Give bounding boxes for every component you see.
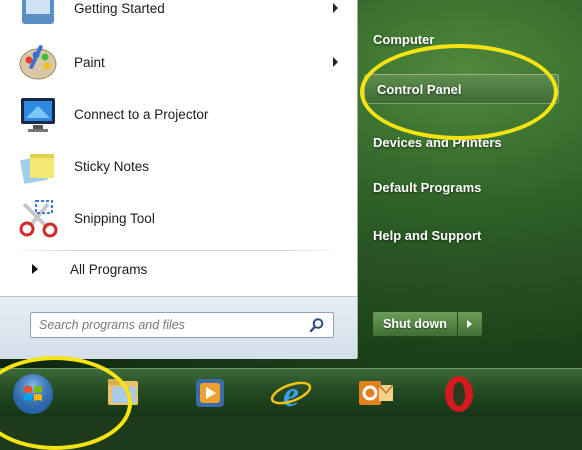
program-label: Getting Started [74, 0, 165, 16]
program-item-snipping-tool[interactable]: Snipping Tool [6, 192, 350, 244]
right-item-control-panel[interactable]: Control Panel [364, 74, 559, 104]
start-menu-left-pane: Getting Started Paint Connect to a Proje… [0, 0, 358, 359]
search-input[interactable] [37, 317, 301, 333]
all-programs-label: All Programs [70, 261, 148, 277]
search-area [0, 296, 357, 359]
program-label: Sticky Notes [74, 158, 150, 174]
shutdown-button[interactable]: Shut down [372, 311, 458, 337]
program-label: Connect to a Projector [74, 106, 209, 122]
right-item-label: Control Panel [377, 81, 462, 97]
program-item-sticky-notes[interactable]: Sticky Notes [6, 140, 350, 192]
right-item-devices-and-printers[interactable]: Devices and Printers [373, 127, 502, 157]
sticky-notes-icon [16, 144, 60, 188]
shutdown-control: Shut down [372, 311, 483, 337]
shutdown-options-arrow-icon[interactable] [457, 311, 483, 337]
search-box[interactable] [30, 312, 334, 338]
all-programs-button[interactable]: All Programs [20, 254, 340, 284]
submenu-arrow-icon[interactable] [333, 3, 338, 13]
internet-explorer-icon: e [270, 374, 312, 414]
right-item-computer[interactable]: Computer [373, 24, 434, 54]
right-item-label: Default Programs [373, 179, 482, 195]
submenu-arrow-icon[interactable] [333, 57, 338, 67]
program-item-paint[interactable]: Paint [6, 36, 350, 88]
program-label: Snipping Tool [74, 210, 155, 226]
windows-orb-icon [13, 374, 53, 414]
program-item-getting-started[interactable]: Getting Started [6, 0, 350, 34]
getting-started-icon [16, 0, 60, 30]
right-item-help-and-support[interactable]: Help and Support [373, 220, 481, 250]
start-orb-button[interactable] [10, 371, 56, 415]
right-item-label: Computer [373, 31, 435, 47]
opera-taskbar-button[interactable] [436, 371, 482, 415]
media-player-taskbar-button[interactable] [187, 371, 233, 415]
outlook-icon [359, 381, 394, 405]
program-item-connect-to-a-projector[interactable]: Connect to a Projector [6, 88, 350, 140]
shutdown-label: Shut down [383, 317, 447, 331]
program-label: Paint [74, 54, 105, 70]
paint-palette-icon [16, 40, 60, 84]
opera-icon [445, 376, 473, 412]
menu-divider [14, 250, 344, 251]
explorer-taskbar-button[interactable] [100, 371, 146, 415]
right-item-label: Devices and Printers [373, 134, 502, 150]
internet-explorer-taskbar-button[interactable]: e [268, 371, 314, 415]
all-programs-arrow-icon [32, 264, 38, 274]
right-item-default-programs[interactable]: Default Programs [373, 172, 481, 202]
projector-monitor-icon [16, 92, 60, 136]
taskbar: e [0, 368, 582, 417]
folder-explorer-icon [108, 379, 138, 405]
search-icon[interactable] [309, 317, 325, 333]
right-item-label: Help and Support [373, 227, 482, 243]
outlook-taskbar-button[interactable] [352, 371, 398, 415]
scissors-icon [16, 196, 60, 240]
svg-text:e: e [283, 374, 299, 414]
media-player-icon [196, 379, 224, 407]
